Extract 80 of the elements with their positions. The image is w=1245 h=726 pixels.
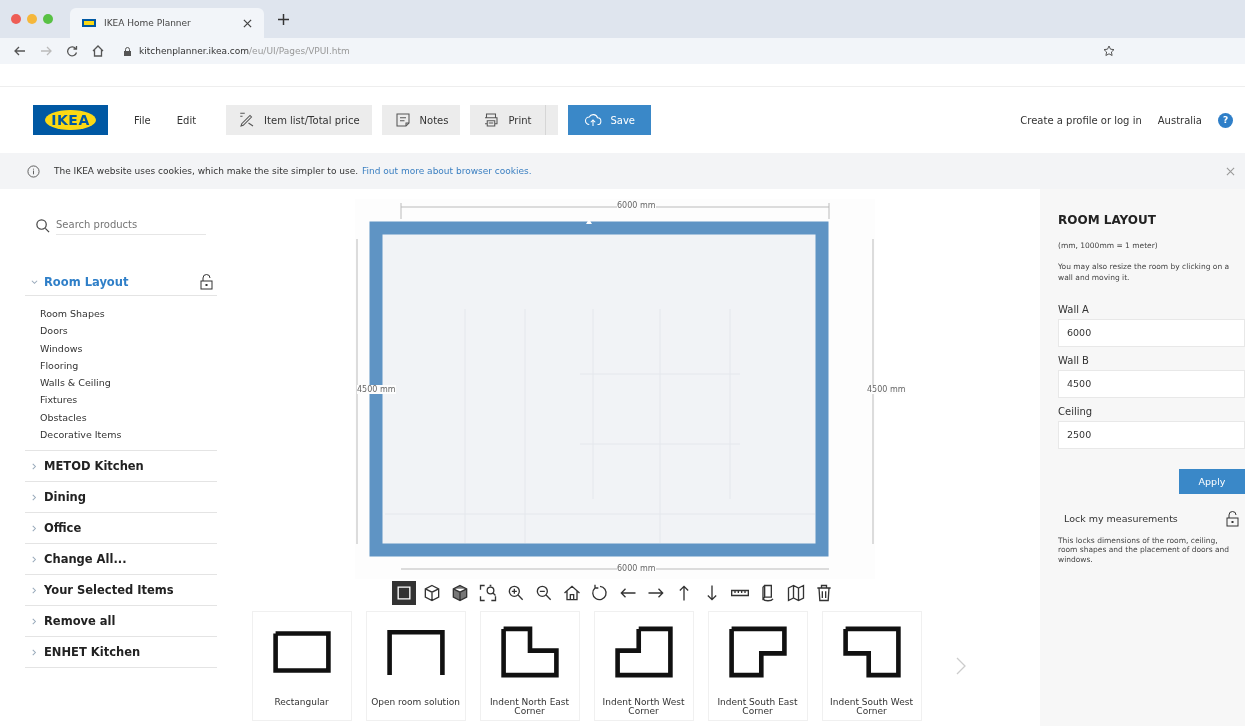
sidebar-section[interactable]: Office bbox=[25, 513, 217, 545]
chevron-icon bbox=[31, 555, 38, 563]
rotate-icon bbox=[589, 583, 610, 603]
field-label: Wall B bbox=[1058, 354, 1090, 366]
url-field[interactable]: kitchenplanner.ikea.com/eu/UI/Pages/VPUI.htm bbox=[118, 40, 1115, 62]
dimension-label: 4500 mm bbox=[867, 385, 906, 394]
sidebar-section[interactable]: Your Selected Items bbox=[25, 575, 217, 607]
chevron-icon bbox=[31, 524, 38, 532]
menu-item[interactable]: Edit bbox=[176, 114, 197, 126]
sidebar-item[interactable]: Decorative Items bbox=[40, 429, 217, 441]
room-shape-tile[interactable]: Open room solution bbox=[365, 611, 466, 721]
chevron-icon bbox=[31, 278, 38, 286]
cookie-text: The IKEA website uses cookies, which make the site simpler to use. bbox=[54, 166, 359, 176]
save-button[interactable]: Save bbox=[568, 105, 651, 135]
lock-measurements-toggle[interactable]: Lock my measurements bbox=[1058, 507, 1245, 530]
favicon-icon bbox=[82, 19, 96, 27]
login-link[interactable]: Create a profile or log in bbox=[1020, 114, 1142, 126]
room-shape-tile[interactable]: Indent South West Corner bbox=[821, 611, 922, 721]
window-controls-icon[interactable] bbox=[10, 12, 56, 25]
reload-icon[interactable] bbox=[66, 45, 78, 57]
note-icon bbox=[393, 111, 412, 129]
close-icon[interactable] bbox=[243, 18, 252, 28]
chevron-icon bbox=[31, 493, 38, 501]
walls-icon bbox=[785, 583, 806, 603]
help-button[interactable]: ? bbox=[1218, 112, 1233, 128]
back-icon[interactable] bbox=[14, 45, 26, 57]
menu-item[interactable]: File bbox=[134, 114, 151, 126]
field-label: Wall A bbox=[1058, 303, 1090, 315]
sidebar-section[interactable]: ENHET Kitchen bbox=[25, 637, 217, 669]
print-button[interactable]: Print bbox=[470, 105, 559, 135]
plan-tool-button[interactable] bbox=[391, 581, 416, 605]
lock-icon bbox=[124, 46, 131, 56]
sidebar-item[interactable]: Flooring bbox=[40, 359, 217, 371]
printer-icon bbox=[482, 111, 501, 129]
zoom-fit-icon bbox=[477, 583, 498, 603]
measurement-field[interactable]: 6000 bbox=[1058, 318, 1245, 347]
room-shape-tile[interactable]: Indent North West Corner bbox=[593, 611, 694, 721]
chevron-icon bbox=[31, 648, 38, 656]
dimension-label: 6000 mm bbox=[617, 201, 656, 210]
sidebar-item[interactable]: Doors bbox=[40, 325, 217, 337]
notes-button[interactable]: Notes bbox=[381, 105, 461, 135]
browser-tab[interactable]: IKEA Home Planner bbox=[70, 8, 264, 38]
sidebar-section[interactable]: Room Layout bbox=[25, 269, 217, 296]
dimension-label: 4500 mm bbox=[357, 385, 396, 394]
sidebar-item[interactable]: Room Shapes bbox=[40, 308, 217, 319]
list-button[interactable]: Item list/Total price bbox=[226, 105, 372, 135]
country-link[interactable]: Australia bbox=[1157, 114, 1202, 126]
measurement-field[interactable]: 2500 bbox=[1058, 420, 1245, 449]
sidebar-item[interactable]: Windows bbox=[40, 342, 217, 354]
sidebar-section[interactable]: Dining bbox=[25, 482, 217, 514]
panel-title: ROOM LAYOUT bbox=[1058, 213, 1157, 227]
sidebar-item[interactable]: Fixtures bbox=[40, 394, 217, 406]
room-shape-tile[interactable]: Indent North East Corner bbox=[479, 611, 580, 721]
tab-title: IKEA Home Planner bbox=[104, 18, 192, 28]
room-shape-tile[interactable]: Indent South East Corner bbox=[707, 611, 808, 721]
search-field[interactable]: Search products bbox=[56, 215, 206, 235]
sidebar-section[interactable]: METOD Kitchen bbox=[25, 451, 217, 483]
search-icon bbox=[35, 217, 50, 233]
chevron-icon bbox=[31, 462, 38, 470]
home-icon bbox=[561, 583, 582, 603]
padlock-icon[interactable] bbox=[200, 274, 213, 290]
bookmark-star-icon[interactable] bbox=[1103, 45, 1115, 57]
apply-button[interactable]: Apply bbox=[1179, 468, 1245, 494]
chevron-icon bbox=[31, 617, 38, 625]
ikea-logo[interactable]: IKEA bbox=[33, 105, 108, 135]
new-tab-icon[interactable] bbox=[278, 13, 289, 25]
room-shape-tile[interactable]: Rectangular bbox=[251, 611, 352, 721]
measurement-field[interactable]: 4500 bbox=[1058, 369, 1245, 398]
cookie-link[interactable]: Find out more about browser cookies. bbox=[362, 166, 532, 176]
dimension-label: 6000 mm bbox=[617, 564, 656, 573]
chevron-icon bbox=[31, 586, 38, 594]
sidebar-section[interactable]: Change All... bbox=[25, 544, 217, 576]
padlock-icon bbox=[1226, 510, 1239, 527]
sidebar-section[interactable]: Remove all bbox=[25, 606, 217, 638]
field-label: Ceiling bbox=[1058, 405, 1094, 417]
cloud-upload-icon bbox=[584, 111, 603, 129]
sidebar-item[interactable]: Obstacles bbox=[40, 411, 217, 423]
home-icon[interactable] bbox=[92, 45, 104, 57]
info-icon bbox=[27, 164, 40, 178]
sidebar-item[interactable]: Walls & Ceiling bbox=[40, 377, 217, 389]
